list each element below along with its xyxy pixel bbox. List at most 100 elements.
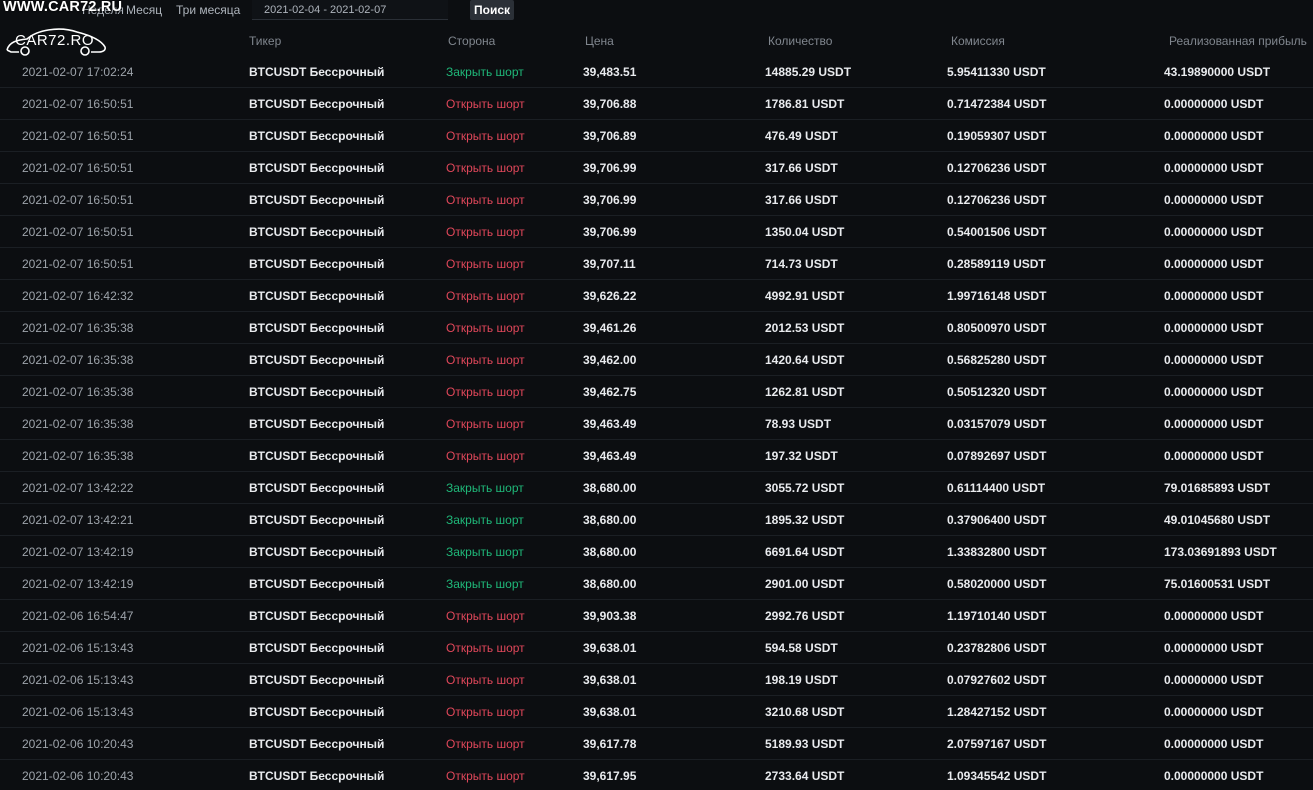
trade-qty: 317.66 USDT <box>765 193 838 207</box>
trade-price: 39,626.22 <box>583 289 637 303</box>
trade-qty: 2733.64 USDT <box>765 769 845 783</box>
trade-fee: 0.03157079 USDT <box>947 417 1047 431</box>
trade-time: 2021-02-07 16:50:51 <box>22 193 134 207</box>
trade-side: Открыть шорт <box>446 129 525 143</box>
trade-ticker: BTCUSDT Бессрочный <box>249 289 385 303</box>
trade-time: 2021-02-06 10:20:43 <box>22 737 134 751</box>
trade-time: 2021-02-07 16:35:38 <box>22 353 134 367</box>
trade-qty: 714.73 USDT <box>765 257 838 271</box>
trade-qty: 2012.53 USDT <box>765 321 845 335</box>
trade-side: Закрыть шорт <box>446 545 524 559</box>
trade-price: 39,617.78 <box>583 737 637 751</box>
trade-ticker: BTCUSDT Бессрочный <box>249 673 385 687</box>
trade-side: Открыть шорт <box>446 769 525 783</box>
trade-price: 39,706.99 <box>583 193 637 207</box>
trade-side: Открыть шорт <box>446 449 525 463</box>
trade-pnl: 0.00000000 USDT <box>1164 705 1264 719</box>
trade-time: 2021-02-07 16:35:38 <box>22 417 134 431</box>
trade-fee: 0.37906400 USDT <box>947 513 1047 527</box>
table-row: 2021-02-07 16:50:51 BTCUSDT Бессрочный Отк… <box>0 88 1313 120</box>
table-row: 2021-02-07 16:50:51 BTCUSDT Бессрочный Отк… <box>0 248 1313 280</box>
trade-qty: 476.49 USDT <box>765 129 838 143</box>
trade-time: 2021-02-07 16:35:38 <box>22 385 134 399</box>
filter-three-months-button[interactable]: Три месяца <box>176 3 240 17</box>
trade-ticker: BTCUSDT Бессрочный <box>249 737 385 751</box>
trade-ticker: BTCUSDT Бессрочный <box>249 225 385 239</box>
trade-side: Закрыть шорт <box>446 65 524 79</box>
trade-pnl: 0.00000000 USDT <box>1164 353 1264 367</box>
trade-side: Закрыть шорт <box>446 481 524 495</box>
trade-pnl: 0.00000000 USDT <box>1164 97 1264 111</box>
trade-pnl: 79.01685893 USDT <box>1164 481 1271 495</box>
trade-time: 2021-02-07 16:35:38 <box>22 449 134 463</box>
trade-fee: 1.28427152 USDT <box>947 705 1047 719</box>
trade-qty: 4992.91 USDT <box>765 289 845 303</box>
trade-fee: 5.95411330 USDT <box>947 65 1046 79</box>
header-price: Цена <box>585 34 614 48</box>
trade-side: Открыть шорт <box>446 321 525 335</box>
trade-price: 39,463.49 <box>583 449 637 463</box>
trade-pnl: 43.19890000 USDT <box>1164 65 1271 79</box>
trade-ticker: BTCUSDT Бессрочный <box>249 257 385 271</box>
filter-month-button[interactable]: Месяц <box>126 3 162 17</box>
trade-ticker: BTCUSDT Бессрочный <box>249 641 385 655</box>
trade-qty: 2992.76 USDT <box>765 609 845 623</box>
trade-price: 38,680.00 <box>583 577 637 591</box>
trade-time: 2021-02-06 16:54:47 <box>22 609 134 623</box>
trade-side: Открыть шорт <box>446 609 525 623</box>
trade-price: 39,638.01 <box>583 641 637 655</box>
trade-ticker: BTCUSDT Бессрочный <box>249 65 385 79</box>
trade-price: 39,706.89 <box>583 129 637 143</box>
trade-price: 39,483.51 <box>583 65 637 79</box>
table-row: 2021-02-06 15:13:43 BTCUSDT Бессрочный Отк… <box>0 664 1313 696</box>
trade-fee: 0.50512320 USDT <box>947 385 1047 399</box>
trade-pnl: 0.00000000 USDT <box>1164 225 1264 239</box>
table-row: 2021-02-07 16:35:38 BTCUSDT Бессрочный Отк… <box>0 408 1313 440</box>
trade-pnl: 0.00000000 USDT <box>1164 673 1264 687</box>
trade-time: 2021-02-06 10:20:43 <box>22 769 134 783</box>
trade-qty: 3210.68 USDT <box>765 705 845 719</box>
trade-price: 39,463.49 <box>583 417 637 431</box>
trade-side: Открыть шорт <box>446 257 525 271</box>
trade-pnl: 0.00000000 USDT <box>1164 289 1264 303</box>
trade-qty: 1420.64 USDT <box>765 353 845 367</box>
trade-fee: 0.07927602 USDT <box>947 673 1047 687</box>
trade-fee: 1.09345542 USDT <box>947 769 1047 783</box>
trade-fee: 0.54001506 USDT <box>947 225 1047 239</box>
trade-pnl: 75.01600531 USDT <box>1164 577 1271 591</box>
trade-qty: 1786.81 USDT <box>765 97 845 111</box>
trade-price: 38,680.00 <box>583 513 637 527</box>
trade-price: 39,462.00 <box>583 353 637 367</box>
trade-pnl: 0.00000000 USDT <box>1164 609 1264 623</box>
table-row: 2021-02-06 16:54:47 BTCUSDT Бессрочный Отк… <box>0 600 1313 632</box>
trade-ticker: BTCUSDT Бессрочный <box>249 417 385 431</box>
trade-qty: 198.19 USDT <box>765 673 838 687</box>
table-row: 2021-02-06 15:13:43 BTCUSDT Бессрочный Отк… <box>0 632 1313 664</box>
date-range-input[interactable]: 2021-02-04 - 2021-02-07 <box>252 0 448 20</box>
trade-qty: 1895.32 USDT <box>765 513 845 527</box>
trade-side: Открыть шорт <box>446 417 525 431</box>
search-button[interactable]: Поиск <box>470 0 514 20</box>
trade-fee: 0.12706236 USDT <box>947 193 1047 207</box>
filter-bar: Неделя Месяц Три месяца 2021-02-04 - 202… <box>0 0 1313 20</box>
trade-pnl: 49.01045680 USDT <box>1164 513 1271 527</box>
table-row: 2021-02-07 16:50:51 BTCUSDT Бессрочный Отк… <box>0 152 1313 184</box>
trade-price: 39,461.26 <box>583 321 637 335</box>
table-header: Тикер Сторона Цена Количество Комиссия Р… <box>0 34 1313 50</box>
trade-fee: 0.23782806 USDT <box>947 641 1047 655</box>
trade-time: 2021-02-06 15:13:43 <box>22 673 134 687</box>
trade-ticker: BTCUSDT Бессрочный <box>249 513 385 527</box>
trade-price: 39,638.01 <box>583 705 637 719</box>
table-row: 2021-02-07 16:35:38 BTCUSDT Бессрочный Отк… <box>0 376 1313 408</box>
trade-pnl: 0.00000000 USDT <box>1164 385 1264 399</box>
trade-ticker: BTCUSDT Бессрочный <box>249 769 385 783</box>
trade-time: 2021-02-07 13:42:21 <box>22 513 134 527</box>
trade-ticker: BTCUSDT Бессрочный <box>249 129 385 143</box>
trade-ticker: BTCUSDT Бессрочный <box>249 193 385 207</box>
trade-price: 39,706.99 <box>583 161 637 175</box>
trade-side: Открыть шорт <box>446 737 525 751</box>
trade-fee: 0.56825280 USDT <box>947 353 1047 367</box>
trade-fee: 0.61114400 USDT <box>947 481 1046 495</box>
trade-time: 2021-02-07 13:42:19 <box>22 577 134 591</box>
trade-qty: 5189.93 USDT <box>765 737 845 751</box>
